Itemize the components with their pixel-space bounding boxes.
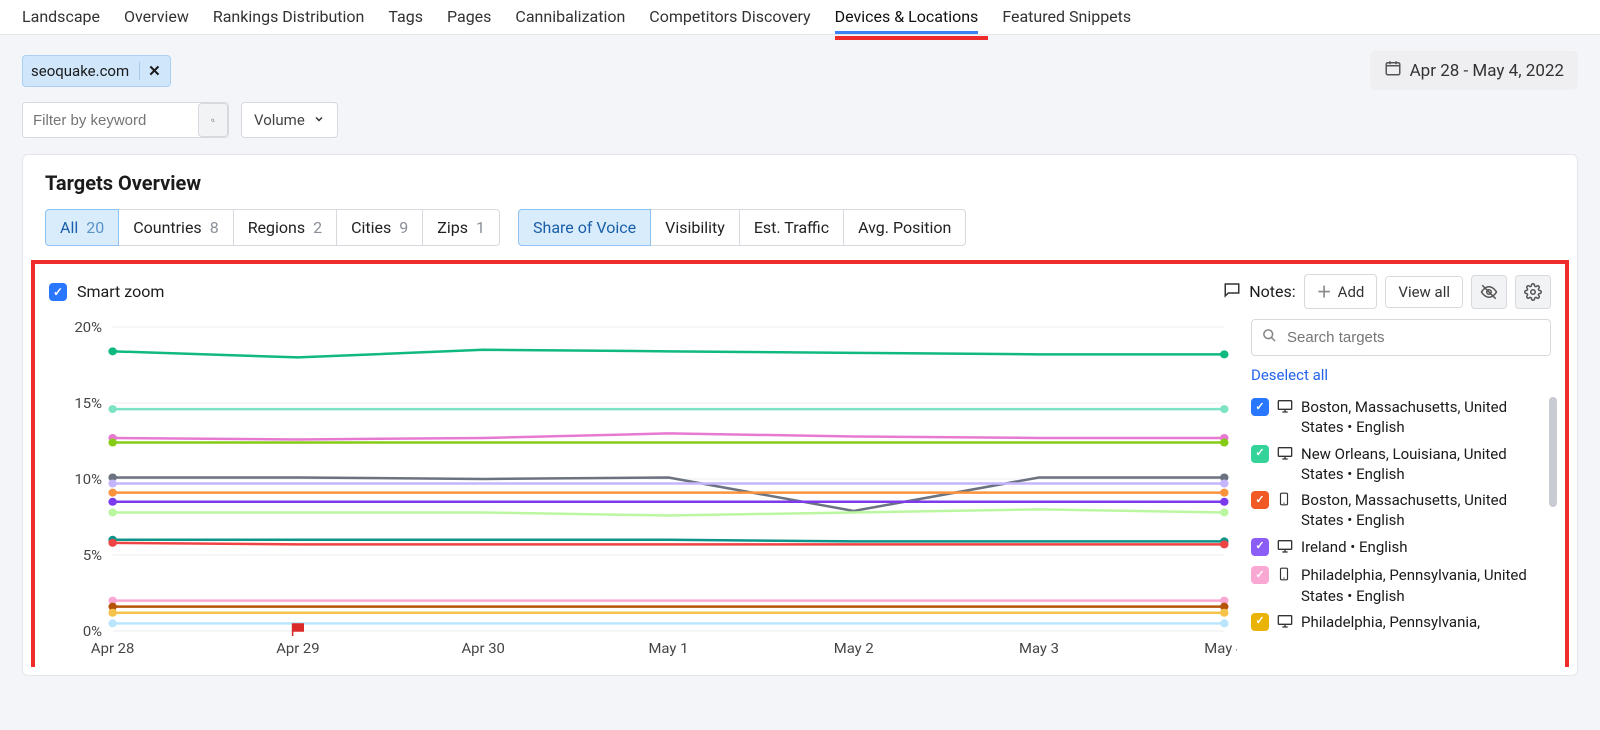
checkbox-icon: ✓	[49, 283, 67, 301]
viewall-label: View all	[1398, 283, 1450, 301]
desktop-icon	[1277, 445, 1293, 467]
nav-tab-featured-snippets[interactable]: Featured Snippets	[1002, 0, 1131, 34]
domain-chip[interactable]: seoquake.com ✕	[22, 55, 171, 87]
svg-text:15%: 15%	[74, 395, 102, 411]
chart-plot[interactable]: 0% 5% 10% 15% 20% Apr 28 Apr 29 Apr 30 May 1 May …	[49, 319, 1237, 659]
chart-highlight-box: ✓ Smart zoom Notes: ＋ Add View all	[31, 260, 1569, 667]
scrollbar[interactable]	[1549, 397, 1557, 507]
deselect-all-link[interactable]: Deselect all	[1251, 364, 1551, 386]
desktop-icon	[1277, 613, 1293, 635]
keyword-input[interactable]	[23, 103, 198, 137]
legend-label: Ireland • English	[1301, 537, 1408, 557]
settings-button[interactable]	[1515, 275, 1551, 309]
legend-checkbox: ✓	[1251, 491, 1269, 509]
segmented-controls-row: All 20Countries 8Regions 2Cities 9Zips 1…	[23, 209, 1577, 254]
scope-tab-zips[interactable]: Zips 1	[423, 209, 500, 246]
chart-body: 0% 5% 10% 15% 20% Apr 28 Apr 29 Apr 30 May 1 May …	[35, 311, 1565, 667]
svg-text:5%: 5%	[83, 547, 102, 563]
legend-checkbox: ✓	[1251, 445, 1269, 463]
calendar-icon	[1384, 59, 1402, 82]
metric-tab-visibility[interactable]: Visibility	[651, 209, 740, 246]
legend-checkbox: ✓	[1251, 538, 1269, 556]
date-range-picker[interactable]: Apr 28 - May 4, 2022	[1370, 51, 1578, 90]
hide-button[interactable]	[1471, 275, 1507, 309]
volume-label: Volume	[254, 111, 305, 129]
smart-zoom-checkbox[interactable]: ✓ Smart zoom	[49, 282, 164, 301]
chevron-down-icon	[313, 111, 325, 129]
svg-text:Apr 28: Apr 28	[91, 640, 134, 656]
card-title: Targets Overview	[23, 155, 1577, 209]
nav-tab-landscape[interactable]: Landscape	[22, 0, 100, 34]
nav-tab-overview[interactable]: Overview	[124, 0, 189, 34]
legend-item[interactable]: ✓ Philadelphia, Pennsylvania,	[1251, 609, 1551, 638]
date-range-text: Apr 28 - May 4, 2022	[1410, 61, 1564, 81]
keyword-search-button[interactable]	[198, 103, 228, 137]
view-all-notes-button[interactable]: View all	[1385, 276, 1463, 308]
legend-checkbox: ✓	[1251, 566, 1269, 584]
metric-tab-avg-position[interactable]: Avg. Position	[844, 209, 966, 246]
add-note-button[interactable]: ＋ Add	[1304, 274, 1378, 309]
mobile-icon	[1277, 566, 1293, 588]
legend-label: Philadelphia, Pennsylvania, United State…	[1301, 565, 1551, 606]
nav-tab-cannibalization[interactable]: Cannibalization	[515, 0, 625, 34]
metric-tabs: Share of VoiceVisibilityEst. TrafficAvg.…	[518, 209, 966, 246]
smart-zoom-label: Smart zoom	[77, 282, 164, 301]
scope-tab-all[interactable]: All 20	[45, 209, 119, 246]
search-targets-input[interactable]	[1285, 328, 1540, 347]
notes-label: Notes:	[1249, 282, 1295, 301]
legend-list: ✓ Boston, Massachusetts, United States • …	[1251, 394, 1551, 638]
legend-label: Philadelphia, Pennsylvania,	[1301, 612, 1480, 632]
notes-icon	[1223, 281, 1241, 303]
desktop-icon	[1277, 398, 1293, 420]
svg-text:Apr 29: Apr 29	[276, 640, 319, 656]
legend-item[interactable]: ✓ Philadelphia, Pennsylvania, United Stat…	[1251, 562, 1551, 609]
scope-tab-cities[interactable]: Cities 9	[337, 209, 423, 246]
legend-item[interactable]: ✓ Boston, Massachusetts, United States • …	[1251, 487, 1551, 534]
top-nav: Landscape Overview Rankings Distribution Ta…	[0, 0, 1600, 35]
legend-item[interactable]: ✓ Boston, Massachusetts, United States • …	[1251, 394, 1551, 441]
filters-row-1: seoquake.com ✕ Apr 28 - May 4, 2022	[0, 35, 1600, 90]
svg-text:May 1: May 1	[648, 640, 688, 656]
svg-text:Apr 30: Apr 30	[461, 640, 504, 656]
plus-icon: ＋	[1317, 281, 1332, 302]
mobile-icon	[1277, 491, 1293, 513]
legend-label: Boston, Massachusetts, United States • E…	[1301, 397, 1551, 438]
metric-tab-est-traffic[interactable]: Est. Traffic	[740, 209, 844, 246]
svg-text:May 2: May 2	[834, 640, 874, 656]
search-icon	[1262, 328, 1277, 347]
domain-chip-label: seoquake.com	[31, 62, 129, 80]
nav-tab-pages[interactable]: Pages	[447, 0, 491, 34]
nav-tab-tags[interactable]: Tags	[388, 0, 423, 34]
legend-label: New Orleans, Louisiana, United States • …	[1301, 444, 1551, 485]
legend-checkbox: ✓	[1251, 398, 1269, 416]
close-icon[interactable]: ✕	[139, 62, 162, 80]
targets-overview-card: Targets Overview All 20Countries 8Region…	[22, 154, 1578, 676]
search-targets[interactable]	[1251, 319, 1551, 356]
legend-item[interactable]: ✓ New Orleans, Louisiana, United States •…	[1251, 441, 1551, 488]
scope-tab-regions[interactable]: Regions 2	[234, 209, 337, 246]
keyword-filter	[22, 102, 229, 138]
legend-panel: Deselect all ✓ Boston, Massachusetts, Uni…	[1251, 319, 1551, 659]
nav-tab-rankings-distribution[interactable]: Rankings Distribution	[213, 0, 365, 34]
svg-text:20%: 20%	[74, 319, 102, 335]
volume-select[interactable]: Volume	[241, 102, 338, 138]
svg-text:May 4: May 4	[1204, 640, 1237, 656]
scope-tab-countries[interactable]: Countries 8	[119, 209, 233, 246]
legend-item[interactable]: ✓ Ireland • English	[1251, 534, 1551, 563]
add-label: Add	[1338, 283, 1365, 301]
legend-label: Boston, Massachusetts, United States • E…	[1301, 490, 1551, 531]
svg-text:0%: 0%	[83, 623, 102, 639]
scope-tabs: All 20Countries 8Regions 2Cities 9Zips 1	[45, 209, 500, 246]
legend-checkbox: ✓	[1251, 613, 1269, 631]
svg-text:10%: 10%	[74, 471, 102, 487]
metric-tab-share-of-voice[interactable]: Share of Voice	[518, 209, 651, 246]
nav-tab-devices-locations[interactable]: Devices & Locations	[835, 0, 979, 34]
chart-toolbar: ✓ Smart zoom Notes: ＋ Add View all	[35, 270, 1565, 311]
filters-row-2: Volume	[0, 90, 1600, 154]
chart-toolbar-right: Notes: ＋ Add View all	[1223, 274, 1551, 309]
svg-text:May 3: May 3	[1019, 640, 1059, 656]
desktop-icon	[1277, 538, 1293, 560]
nav-tab-competitors-discovery[interactable]: Competitors Discovery	[649, 0, 810, 34]
